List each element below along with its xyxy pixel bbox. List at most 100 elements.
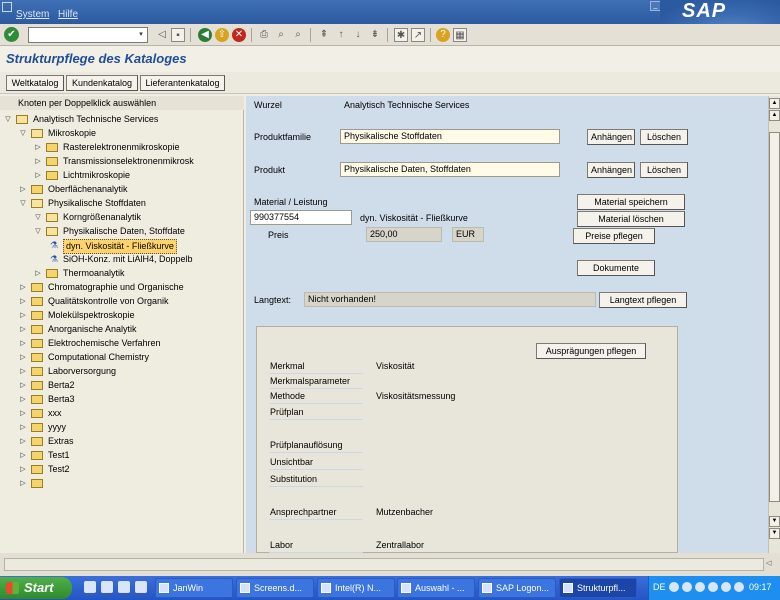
expand-icon[interactable]: ▷ [19,379,27,392]
menu-hilfe[interactable]: Hilfe [58,9,78,20]
tree-folder-node[interactable]: ▷ Computational Chemistry [0,351,244,364]
sap-window-icon[interactable] [2,2,12,12]
tree-folder-node[interactable]: ▷ Extras [0,435,244,448]
material-speichern-button[interactable]: Material speichern [577,194,685,210]
scroll-page-down-icon[interactable]: ▼ [769,516,780,527]
new-session-icon[interactable]: ✱ [394,28,408,42]
expand-icon[interactable]: ▷ [19,449,27,462]
quicklaunch-ie-icon[interactable] [84,581,96,593]
tray-display-icon[interactable] [721,582,731,592]
tree-folder-node[interactable]: ▷ Molekülspektroskopie [0,309,244,322]
enter-check-icon[interactable]: ✔ [4,27,19,42]
expand-icon[interactable]: ▷ [34,267,42,280]
tree-folder-node[interactable]: ▷ [0,477,244,490]
tree-folder-node[interactable]: ▽ Analytisch Technische Services [0,113,244,126]
expand-icon[interactable]: ▷ [19,463,27,476]
tree-folder-node[interactable]: ▷ Elektrochemische Verfahren [0,337,244,350]
first-page-icon[interactable]: ⇞ [317,28,331,42]
tree-folder-node[interactable]: ▽ Physikalische Stoffdaten [0,197,244,210]
taskbar-task[interactable]: SAP Logon... [478,578,556,598]
langtext-pflegen-button[interactable]: Langtext pflegen [599,292,687,308]
tree-leaf[interactable]: ⚗ dyn. Viskosität - Fließkurve [0,239,244,254]
tree-folder-node[interactable]: ▽ Korngrößenanalytik [0,211,244,224]
collapse-icon[interactable]: ▽ [19,127,27,140]
tree-folder-node[interactable]: ▷ xxx [0,407,244,420]
tree-folder-node[interactable]: ▷ yyyy [0,421,244,434]
expand-icon[interactable]: ▷ [19,323,27,336]
tree-leaf[interactable]: ⚗ SiOH-Konz. mit LiAlH4, Doppelb [0,253,244,266]
expand-icon[interactable]: ▷ [34,141,42,154]
layout-menu-icon[interactable]: ▦ [453,28,467,42]
lieferantenkatalog-button[interactable]: Lieferantenkatalog [140,75,225,91]
exit-icon[interactable]: ⇧ [215,28,229,42]
language-indicator[interactable]: DE [653,582,666,592]
taskbar-task[interactable]: Screens.d... [236,578,314,598]
scroll-down-icon[interactable]: ▼ [769,528,780,539]
expand-icon[interactable]: ▷ [19,295,27,308]
material-loeschen-button[interactable]: Material löschen [577,211,685,227]
expand-icon[interactable]: ▷ [19,365,27,378]
tree-folder-node[interactable]: ▷ Rasterelektronenmikroskopie [0,141,244,154]
tree-folder-node[interactable]: ▷ Transmissionselektronenmikrosk [0,155,244,168]
tray-printer-icon[interactable] [734,582,744,592]
produkt-anhaengen-button[interactable]: Anhängen [587,162,635,178]
expand-icon[interactable]: ▷ [19,407,27,420]
expand-icon[interactable]: ▷ [19,421,27,434]
tree-folder-node[interactable]: ▷ Thermoanalytik [0,267,244,280]
cancel-icon[interactable]: ✕ [232,28,246,42]
shortcut-icon[interactable]: ↗ [411,28,425,42]
scroll-thumb[interactable] [769,132,780,502]
taskbar-task[interactable]: Intel(R) N... [317,578,395,598]
kundenkatalog-button[interactable]: Kundenkatalog [66,75,138,91]
collapse-icon[interactable]: ▽ [19,197,27,210]
produkt-loeschen-button[interactable]: Löschen [640,162,688,178]
tree-folder-node[interactable]: ▷ Test1 [0,449,244,462]
expand-icon[interactable]: ▷ [19,477,27,490]
next-page-icon[interactable]: ↓ [351,28,365,42]
back-icon[interactable]: ◀ [198,28,212,42]
back-arrow-icon[interactable]: ◁ [155,28,169,42]
print-icon[interactable]: ⎙ [257,28,271,42]
tray-security-icon[interactable] [695,582,705,592]
taskbar-task[interactable]: Auswahl - ... [397,578,475,598]
tree-folder-node[interactable]: ▷ Berta3 [0,393,244,406]
taskbar-task[interactable]: Strukturpfl... [559,578,637,598]
expand-icon[interactable]: ▷ [19,435,27,448]
scroll-up-icon[interactable]: ▲ [769,98,780,109]
expand-icon[interactable]: ▷ [19,337,27,350]
save-icon[interactable]: ▪ [171,28,185,42]
help-icon[interactable]: ? [436,28,450,42]
produktfamilie-loeschen-button[interactable]: Löschen [640,129,688,145]
weltkatalog-button[interactable]: Weltkatalog [6,75,64,91]
tree-folder-node[interactable]: ▷ Qualitätskontrolle von Organik [0,295,244,308]
tree-folder-node[interactable]: ▽ Physikalische Daten, Stoffdate [0,225,244,238]
tree-folder-node[interactable]: ▷ Chromatographie und Organische [0,281,244,294]
collapse-icon[interactable]: ▽ [34,211,42,224]
tree-folder-node[interactable]: ▷ Laborversorgung [0,365,244,378]
tree-folder-node[interactable]: ▷ Anorganische Analytik [0,323,244,336]
tray-volume-icon[interactable] [682,582,692,592]
command-history-icon[interactable]: ▾ [136,29,146,41]
previous-page-icon[interactable]: ↑ [334,28,348,42]
scroll-page-up-icon[interactable]: ▲ [769,110,780,121]
find-icon[interactable]: ⌕ [274,28,288,42]
tree-folder-node[interactable]: ▽ Mikroskopie [0,127,244,140]
expand-icon[interactable]: ▷ [19,309,27,322]
status-toggle-icon[interactable]: ◁ [766,559,771,567]
find-next-icon[interactable]: ⌕ [291,28,305,42]
material-field[interactable]: 990377554 [250,210,352,225]
tree-folder-node[interactable]: ▷ Oberflächenanalytik [0,183,244,196]
expand-icon[interactable]: ▷ [19,281,27,294]
expand-icon[interactable]: ▷ [19,351,27,364]
tree-folder-node[interactable]: ▷ Berta2 [0,379,244,392]
collapse-icon[interactable]: ▽ [4,113,12,126]
tray-update-icon[interactable] [708,582,718,592]
expand-icon[interactable]: ▷ [19,393,27,406]
produktfamilie-anhaengen-button[interactable]: Anhängen [587,129,635,145]
expand-icon[interactable]: ▷ [34,155,42,168]
quicklaunch-media-icon[interactable] [118,581,130,593]
vertical-scrollbar[interactable]: ▲ ▲ ▼ ▼ [768,96,780,553]
produktfamilie-field[interactable]: Physikalische Stoffdaten [340,129,560,144]
tree-folder-node[interactable]: ▷ Test2 [0,463,244,476]
preise-pflegen-button[interactable]: Preise pflegen [573,228,655,244]
